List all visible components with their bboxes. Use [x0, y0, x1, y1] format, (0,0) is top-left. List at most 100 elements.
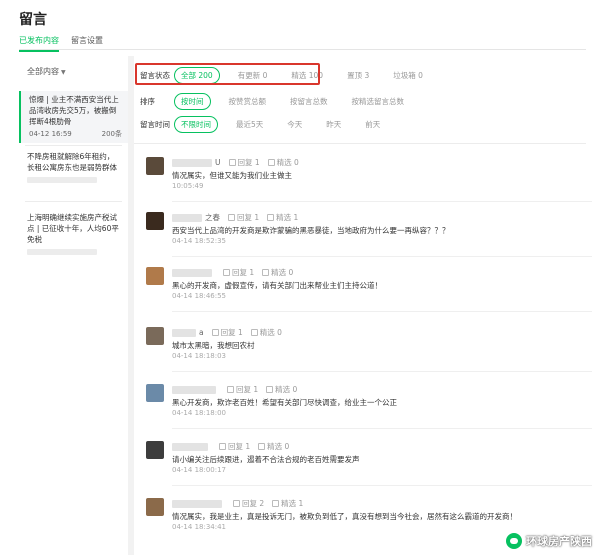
comment-divider — [172, 371, 592, 372]
reply-icon — [228, 214, 235, 221]
article-title-line: 免税 — [27, 235, 42, 244]
filter-divider — [134, 143, 586, 144]
article-divider — [25, 201, 122, 202]
article-title-line: 长租公寓房东也是弱势群体 — [27, 163, 117, 172]
commenter-name: U — [215, 158, 221, 167]
time-any-pill[interactable]: 不限时间 — [174, 116, 218, 133]
comment-time: 10:05:49 — [172, 182, 204, 190]
comment-text: 情况属实，我是业主，真是投诉无门，被欺负到低了，真没有想到当今社会，居然有这么霸… — [172, 512, 517, 521]
redacted-meta — [27, 249, 97, 255]
reply-button[interactable]: 回复 1 — [211, 327, 243, 338]
time-filter-row: 留言时间 不限时间 最近5天 今天 昨天 前天 — [140, 116, 398, 133]
star-icon — [272, 500, 280, 507]
select-button[interactable]: 精选 1 — [272, 498, 303, 509]
reply-button[interactable]: 回复 2 — [233, 498, 264, 509]
status-selected-pill[interactable]: 精选 100 — [285, 68, 329, 83]
time-5days-pill[interactable]: 最近5天 — [230, 117, 269, 132]
reply-icon — [211, 329, 219, 336]
redacted-name — [172, 499, 222, 508]
star-icon — [258, 443, 266, 450]
reply-count: 回复 1 — [228, 442, 251, 451]
time-today-pill[interactable]: 今天 — [281, 117, 308, 132]
article-title-line: 上海明确继续实施房产税试 — [27, 213, 117, 222]
page-title: 留言 — [19, 12, 47, 28]
reply-icon — [219, 443, 226, 450]
reply-button[interactable]: 回复 1 — [227, 384, 258, 395]
redacted-name — [172, 385, 216, 394]
commenter-name: 之春 — [205, 213, 220, 222]
redacted-name — [172, 442, 208, 451]
article-item-2[interactable]: 不降房租就解除6年租约， 长租公寓房东也是弱势群体 — [19, 151, 128, 199]
content-filter-dropdown[interactable]: 全部内容 ▼ — [27, 66, 66, 77]
comment-item: 回复 1 精选 0 黑心的开发商，虚假宣传，请有关部门出来帮业主们主持公道！ 0… — [146, 267, 576, 307]
watermark-text: 环球房产陕西 — [526, 535, 592, 548]
commenter-name: a — [199, 328, 204, 337]
comment-time: 04-14 18:34:41 — [172, 523, 227, 531]
time-daybefore-pill[interactable]: 前天 — [359, 117, 386, 132]
reply-count: 回复 2 — [242, 499, 265, 508]
redacted-name — [172, 328, 196, 337]
redacted-name — [172, 213, 202, 222]
chevron-down-icon: ▼ — [61, 69, 66, 76]
select-count: 精选 0 — [276, 158, 299, 167]
select-button[interactable]: 精选 0 — [258, 441, 289, 452]
reply-icon — [227, 386, 234, 393]
comment-divider — [172, 485, 592, 486]
header-divider — [19, 49, 586, 50]
time-yesterday-pill[interactable]: 昨天 — [320, 117, 347, 132]
article-title-line: 点 | 已征收十年，人均60平 — [27, 224, 119, 233]
reply-button[interactable]: 回复 1 — [228, 212, 259, 223]
comment-text: 西安当代上品湾的开发商是欺诈蒙骗的黑恶暴徒，当地政府为什么要一再纵容？？？ — [172, 226, 450, 235]
article-divider — [25, 145, 122, 146]
article-date: 04-12 16:59 — [29, 130, 72, 138]
comment-divider — [172, 428, 592, 429]
avatar — [146, 441, 164, 459]
comment-time: 04-14 18:00:17 — [172, 466, 227, 474]
time-filter-label: 留言时间 — [140, 120, 170, 129]
reply-button[interactable]: 回复 1 — [219, 441, 250, 452]
avatar — [146, 498, 164, 516]
comment-text: 请小编关注后续跟进，遏着不合法合规的老百姓需要发声 — [172, 455, 360, 464]
reply-button[interactable]: 回复 1 — [223, 267, 254, 278]
comments-panel: 留言状态 全部 200 有更新 0 精选 100 置顶 3 垃圾箱 0 排序 按… — [134, 56, 592, 555]
sort-by-selected-pill[interactable]: 按精选留言总数 — [346, 94, 411, 109]
status-updated-pill[interactable]: 有更新 0 — [232, 68, 274, 83]
status-trash-pill[interactable]: 垃圾箱 0 — [387, 68, 429, 83]
content-area: 全部内容 ▼ 惊爆 | 业主不满西安当代上 品湾收房先交5万，被搬倒 挥断4根肋骨… — [19, 56, 592, 555]
comment-time: 04-14 18:18:00 — [172, 409, 227, 417]
comment-text: 情况属实，但谁又能为我们业主做主 — [172, 171, 292, 180]
avatar — [146, 212, 164, 230]
select-count: 精选 1 — [281, 499, 304, 508]
comment-divider — [172, 256, 592, 257]
select-button[interactable]: 精选 0 — [267, 157, 299, 168]
redacted-name — [172, 158, 212, 167]
select-button[interactable]: 精选 0 — [266, 384, 297, 395]
select-button[interactable]: 精选 1 — [267, 212, 298, 223]
select-button[interactable]: 精选 0 — [250, 327, 282, 338]
reply-count: 回复 1 — [237, 213, 260, 222]
select-count: 精选 0 — [267, 442, 290, 451]
star-icon — [250, 329, 258, 336]
status-filter-row: 留言状态 全部 200 有更新 0 精选 100 置顶 3 垃圾箱 0 — [140, 67, 441, 84]
comment-text: 黑心开发商，欺诈老百姓！希望有关部门尽快调查，给业主一个公正 — [172, 398, 397, 407]
content-filter-label: 全部内容 — [27, 67, 59, 76]
sort-by-tips-pill[interactable]: 按赞赏总额 — [223, 94, 273, 109]
status-all-pill[interactable]: 全部 200 — [174, 67, 220, 84]
status-pinned-pill[interactable]: 置顶 3 — [341, 68, 375, 83]
comment-divider — [172, 311, 592, 312]
comment-time: 04-14 18:52:35 — [172, 237, 227, 245]
sort-by-comments-pill[interactable]: 按留言总数 — [284, 94, 334, 109]
article-item-3[interactable]: 上海明确继续实施房产税试 点 | 已征收十年，人均60平 免税 — [19, 212, 128, 268]
comment-text: 黑心的开发商，虚假宣传，请有关部门出来帮业主们主持公道！ — [172, 281, 382, 290]
sort-by-time-pill[interactable]: 按时间 — [174, 93, 211, 110]
redacted-meta — [27, 177, 97, 183]
select-count: 精选 0 — [259, 328, 282, 337]
article-comment-count: 200条 — [101, 130, 122, 138]
article-item-1[interactable]: 惊爆 | 业主不满西安当代上 品湾收房先交5万，被搬倒 挥断4根肋骨 04-12… — [19, 91, 128, 143]
select-button[interactable]: 精选 0 — [262, 267, 293, 278]
sort-filter-row: 排序 按时间 按赞赏总额 按留言总数 按精选留言总数 — [140, 93, 422, 110]
reply-count: 回复 1 — [220, 328, 243, 337]
reply-button[interactable]: 回复 1 — [228, 157, 260, 168]
reply-count: 回复 1 — [237, 158, 260, 167]
sort-filter-label: 排序 — [140, 97, 155, 106]
